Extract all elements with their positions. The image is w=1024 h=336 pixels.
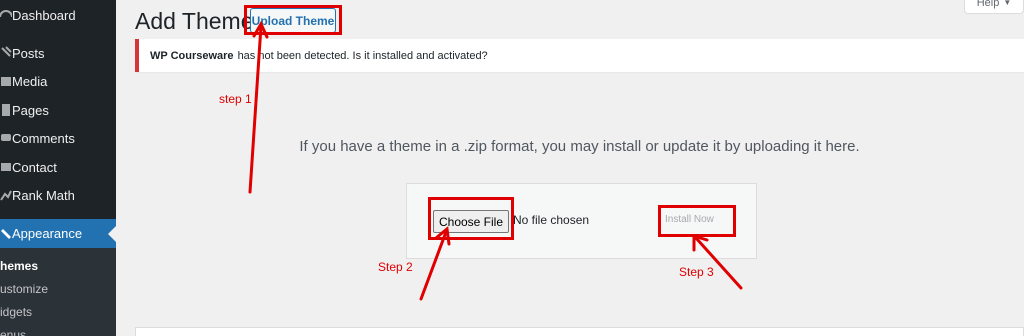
sidebar-item-pages[interactable]: Pages (0, 96, 116, 124)
media-icon (0, 73, 12, 89)
sidebar-item-label: Pages (12, 102, 49, 118)
admin-sidebar: Dashboard Posts Media Pages Comments Con… (0, 0, 116, 336)
sidebar-item-label: Rank Math (12, 187, 75, 203)
sidebar-item-appearance[interactable]: Appearance (0, 219, 116, 248)
comment-icon (0, 130, 12, 146)
sidebar-item-comments[interactable]: Comments (0, 124, 116, 152)
sidebar-item-rank-math[interactable]: Rank Math (0, 181, 116, 209)
install-now-button[interactable]: Install Now (665, 214, 714, 225)
sidebar-item-label: Appearance (12, 226, 83, 241)
file-status: No file chosen (513, 213, 590, 227)
dashboard-icon (0, 7, 12, 23)
sidebar-item-label: Dashboard (12, 7, 76, 23)
page-icon (0, 102, 12, 118)
brush-icon (0, 226, 12, 242)
active-menu-indicator (108, 226, 116, 242)
page-title: Add Themes (135, 8, 265, 34)
appearance-submenu: hemes ustomize idgets enus (0, 248, 116, 336)
sidebar-item-label: Posts (12, 45, 45, 61)
mail-icon (0, 159, 12, 175)
help-label: Help (976, 0, 1000, 9)
upload-theme-button[interactable]: Upload Theme (250, 8, 336, 33)
annotation-step-1: step 1 (219, 92, 252, 106)
submenu-item-menus[interactable]: enus (0, 328, 116, 336)
upload-description: If you have a theme in a .zip format, yo… (299, 138, 860, 155)
sidebar-item-label: Comments (12, 130, 75, 146)
submenu-item-themes[interactable]: hemes (0, 259, 116, 273)
annotation-step-2: Step 2 (378, 260, 413, 274)
sidebar-item-label: Media (12, 73, 48, 89)
error-notice: WP Courseware has not been detected. Is … (135, 39, 1024, 72)
pin-icon (0, 45, 12, 61)
submenu-item-widgets[interactable]: idgets (0, 305, 116, 319)
sidebar-item-label: Contact (12, 159, 57, 175)
annotation-step-3: Step 3 (679, 265, 714, 279)
sidebar-item-media[interactable]: Media (0, 67, 116, 95)
choose-file-button[interactable]: Choose File (433, 210, 509, 233)
caret-down-icon: ▼ (1003, 0, 1012, 7)
chart-icon (0, 187, 12, 203)
submenu-item-customize[interactable]: ustomize (0, 282, 116, 296)
sidebar-item-posts[interactable]: Posts (0, 39, 116, 67)
sidebar-item-contact[interactable]: Contact (0, 153, 116, 181)
notice-plugin-name: WP Courseware (150, 49, 234, 62)
notice-message: has not been detected. Is it installed a… (237, 49, 488, 62)
sidebar-item-dashboard[interactable]: Dashboard (0, 1, 116, 29)
theme-browser-panel (135, 327, 1024, 336)
help-tab[interactable]: Help ▼ (964, 0, 1024, 14)
